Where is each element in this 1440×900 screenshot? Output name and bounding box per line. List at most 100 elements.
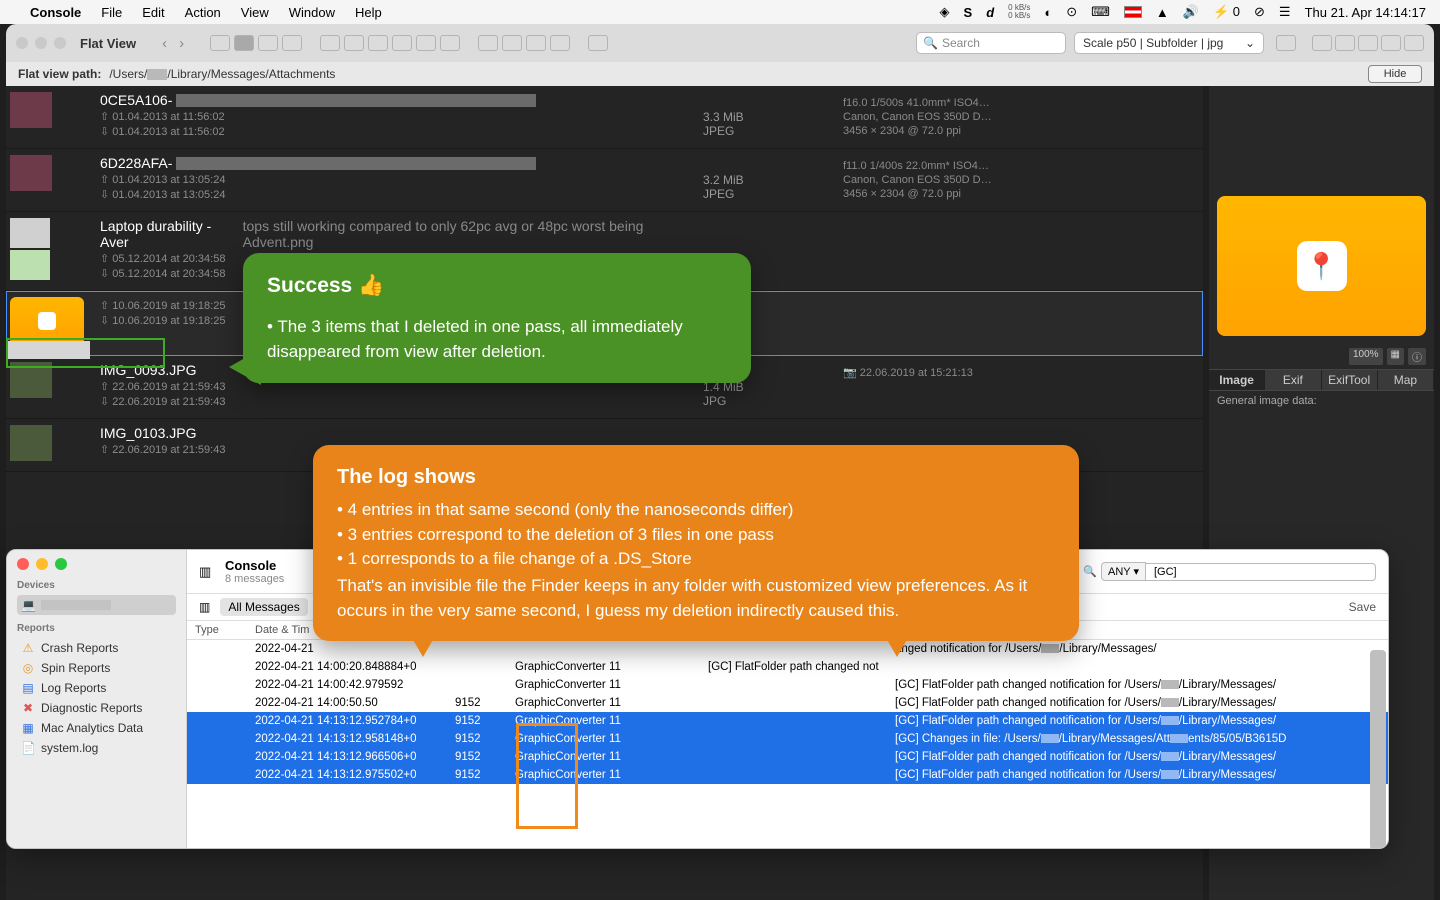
sidebar-item[interactable]: ◎Spin Reports xyxy=(17,658,176,678)
log-row[interactable]: 2022-04-21 14:00:42.979592GraphicConvert… xyxy=(187,676,1388,694)
list-item[interactable]: 6D228AFA-⇧ 01.04.2013 at 13:05:24⇩ 01.04… xyxy=(6,149,1203,212)
log-row[interactable]: 2022-04-21 14:13:12.966506+09152GraphicC… xyxy=(187,748,1388,766)
metadata xyxy=(843,297,1203,345)
sidebar-item[interactable]: 📄system.log xyxy=(17,738,176,758)
nav-back-icon[interactable]: ‹ xyxy=(162,35,167,52)
status-icon[interactable]: ⚡ 0 xyxy=(1213,4,1240,20)
laptop-icon: 💻 xyxy=(21,598,35,612)
save-button[interactable]: Save xyxy=(1349,600,1376,614)
gear-icon[interactable] xyxy=(1276,35,1296,51)
list-item[interactable]: 0CE5A106- ⇧ 01.04.2013 at 11:56:02 ⇩ 01.04… xyxy=(6,86,1203,149)
menu-action[interactable]: Action xyxy=(175,5,231,20)
panel-button[interactable] xyxy=(1312,35,1332,51)
search-input[interactable]: 🔍Search xyxy=(916,32,1066,54)
log-row[interactable]: 2022-04-21 14:13:12.975502+09152GraphicC… xyxy=(187,766,1388,784)
toolbar-button[interactable] xyxy=(526,35,546,51)
toolbar-button[interactable] xyxy=(344,35,364,51)
thumbnail xyxy=(6,362,100,408)
status-icon[interactable]: ⊘ xyxy=(1254,4,1265,20)
status-icon[interactable]: ◐ xyxy=(1044,5,1052,20)
annotation-bubble-success: Success 👍 • The 3 items that I deleted i… xyxy=(243,253,751,383)
general-image-data-label: General image data: xyxy=(1209,391,1434,411)
sidebar-device[interactable]: 💻 xyxy=(17,595,176,615)
menu-app[interactable]: Console xyxy=(20,5,91,20)
menu-window[interactable]: Window xyxy=(279,5,345,20)
filename: Laptop durability - Avertops still worki… xyxy=(100,218,703,250)
pathbar: Flat view path: /Users//Library/Messages… xyxy=(6,62,1434,86)
view-icon-list[interactable] xyxy=(234,35,254,51)
search-token[interactable]: [GC] xyxy=(1146,563,1376,581)
window-controls[interactable] xyxy=(17,558,176,570)
view-icon-grid[interactable] xyxy=(210,35,230,51)
detail-toggle-icon[interactable]: ▥ xyxy=(199,600,210,614)
menu-help[interactable]: Help xyxy=(345,5,392,20)
toolbar-button[interactable] xyxy=(478,35,498,51)
flag-icon[interactable] xyxy=(1124,6,1142,18)
preset-dropdown[interactable]: Scale p50 | Subfolder | jpg⌄ xyxy=(1074,32,1264,54)
status-icon[interactable]: ⊙ xyxy=(1066,4,1077,20)
menu-edit[interactable]: Edit xyxy=(132,5,174,20)
date-modified: ⇩ 01.04.2013 at 11:56:02 xyxy=(100,125,703,138)
panel-button[interactable] xyxy=(1358,35,1378,51)
status-icon[interactable]: S xyxy=(964,5,973,20)
filename: IMG_0103.JPG xyxy=(100,425,703,441)
toolbar-button[interactable] xyxy=(392,35,412,51)
log-row[interactable]: 2022-04-21 14:13:12.958148+09152GraphicC… xyxy=(187,730,1388,748)
tab-all-messages[interactable]: All Messages xyxy=(220,598,307,616)
pathbar-label: Flat view path: xyxy=(18,67,101,81)
toolbar-button[interactable] xyxy=(440,35,460,51)
tab-image[interactable]: Image xyxy=(1209,370,1265,390)
volume-icon[interactable]: 🔊 xyxy=(1183,4,1199,20)
report-icon: ◎ xyxy=(21,661,35,675)
console-title: Console xyxy=(225,558,284,573)
tab-exiftool[interactable]: ExifTool xyxy=(1322,370,1378,390)
share-icon[interactable] xyxy=(588,35,608,51)
wifi-icon[interactable]: ▲ xyxy=(1156,5,1169,20)
console-sidebar: Devices 💻 Reports ⚠︎Crash Reports◎Spin R… xyxy=(7,550,187,848)
search-icon: 🔍 xyxy=(923,36,938,50)
filename: 0CE5A106- xyxy=(100,92,703,108)
report-icon: ⚠︎ xyxy=(21,641,35,655)
chevron-down-icon: ⌄ xyxy=(1245,36,1255,50)
view-icon-gal[interactable] xyxy=(282,35,302,51)
nav-fwd-icon[interactable]: › xyxy=(179,35,184,52)
date-added: ⇧ 01.04.2013 at 13:05:24 xyxy=(100,173,703,186)
log-row[interactable]: 2022-04-21 14:00:50.509152GraphicConvert… xyxy=(187,694,1388,712)
window-controls[interactable] xyxy=(16,37,66,49)
panel-button[interactable] xyxy=(1404,35,1424,51)
sidebar-item[interactable]: ⚠︎Crash Reports xyxy=(17,638,176,658)
clock[interactable]: Thu 21. Apr 14:14:17 xyxy=(1305,5,1426,20)
bluetooth-icon[interactable]: ⌨ xyxy=(1091,4,1110,20)
log-row[interactable]: 2022-04-21anged notification for /Users/… xyxy=(187,640,1388,658)
status-icon[interactable]: d xyxy=(986,5,994,20)
menu-view[interactable]: View xyxy=(231,5,279,20)
status-icon[interactable]: ◈ xyxy=(940,4,950,20)
console-search[interactable]: 🔍 ANY ▾ [GC] xyxy=(1083,562,1376,581)
date-modified: ⇩ 22.06.2019 at 21:59:43 xyxy=(100,395,703,408)
bubble-title: Success 👍 xyxy=(267,271,727,301)
col-type[interactable]: Type xyxy=(187,624,247,636)
toolbar-button[interactable] xyxy=(550,35,570,51)
tab-exif[interactable]: Exif xyxy=(1265,370,1321,390)
log-row[interactable]: 2022-04-21 14:00:20.848884+0GraphicConve… xyxy=(187,658,1388,676)
scrollbar[interactable] xyxy=(1370,650,1386,849)
hide-button[interactable]: Hide xyxy=(1368,65,1422,83)
date-added: ⇧ 01.04.2013 at 11:56:02 xyxy=(100,110,703,123)
tab-map[interactable]: Map xyxy=(1378,370,1434,390)
panel-button[interactable] xyxy=(1335,35,1355,51)
panel-button[interactable] xyxy=(1381,35,1401,51)
sidebar-toggle-icon[interactable]: ▥ xyxy=(199,564,217,580)
menu-file[interactable]: File xyxy=(91,5,132,20)
preview-image: 📍 xyxy=(1217,196,1426,336)
control-center-icon[interactable]: ☰ xyxy=(1279,4,1291,20)
toolbar-button[interactable] xyxy=(368,35,388,51)
log-row[interactable]: 2022-04-21 14:13:12.952784+09152GraphicC… xyxy=(187,712,1388,730)
sidebar-item[interactable]: ▤Log Reports xyxy=(17,678,176,698)
sidebar-item[interactable]: ▦Mac Analytics Data xyxy=(17,718,176,738)
search-scope[interactable]: ANY ▾ xyxy=(1101,562,1146,581)
view-icon-col[interactable] xyxy=(258,35,278,51)
sidebar-item[interactable]: ✖︎Diagnostic Reports xyxy=(17,698,176,718)
toolbar-button[interactable] xyxy=(502,35,522,51)
toolbar-button[interactable] xyxy=(416,35,436,51)
toolbar-button[interactable] xyxy=(320,35,340,51)
